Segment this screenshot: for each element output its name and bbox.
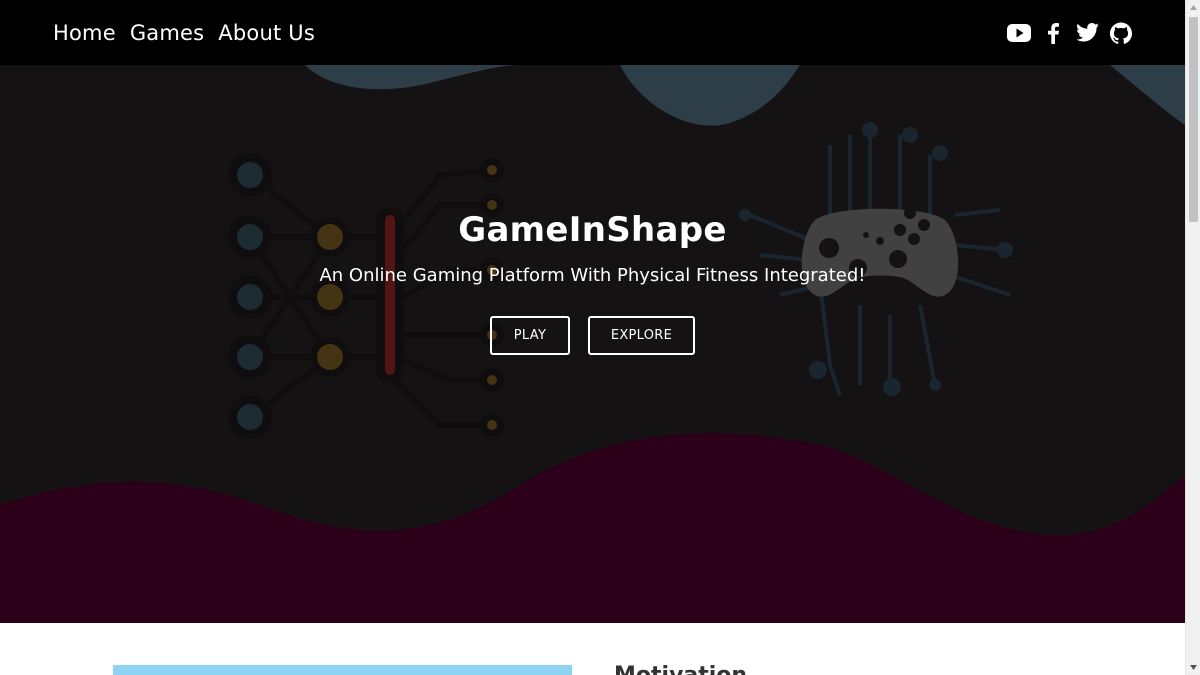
social-links (1007, 21, 1133, 45)
play-button[interactable]: PLAY (490, 316, 570, 355)
scrollbar-thumb[interactable] (1189, 17, 1198, 222)
twitter-icon[interactable] (1075, 21, 1099, 45)
motivation-image (113, 665, 572, 675)
nav-link-home[interactable]: Home (53, 21, 116, 45)
nav-links: Home Games About Us (53, 21, 315, 45)
scrollbar[interactable] (1185, 0, 1200, 675)
scroll-up-arrow-icon[interactable] (1186, 0, 1200, 15)
motivation-heading: Motivation (614, 663, 747, 675)
scroll-down-arrow-icon[interactable] (1186, 660, 1200, 675)
hero-subtitle: An Online Gaming Platform With Physical … (319, 265, 866, 286)
github-icon[interactable] (1109, 21, 1133, 45)
hero-title: GameInShape (458, 210, 727, 250)
youtube-icon[interactable] (1007, 21, 1031, 45)
hero-content: GameInShape An Online Gaming Platform Wi… (0, 65, 1185, 623)
nav-link-about-us[interactable]: About Us (218, 21, 315, 45)
nav-link-games[interactable]: Games (130, 21, 204, 45)
explore-button[interactable]: EXPLORE (588, 316, 695, 355)
navbar: Home Games About Us (0, 0, 1185, 65)
hero-section: GameInShape An Online Gaming Platform Wi… (0, 65, 1185, 623)
facebook-icon[interactable] (1041, 21, 1065, 45)
motivation-section: Motivation (0, 623, 1185, 675)
